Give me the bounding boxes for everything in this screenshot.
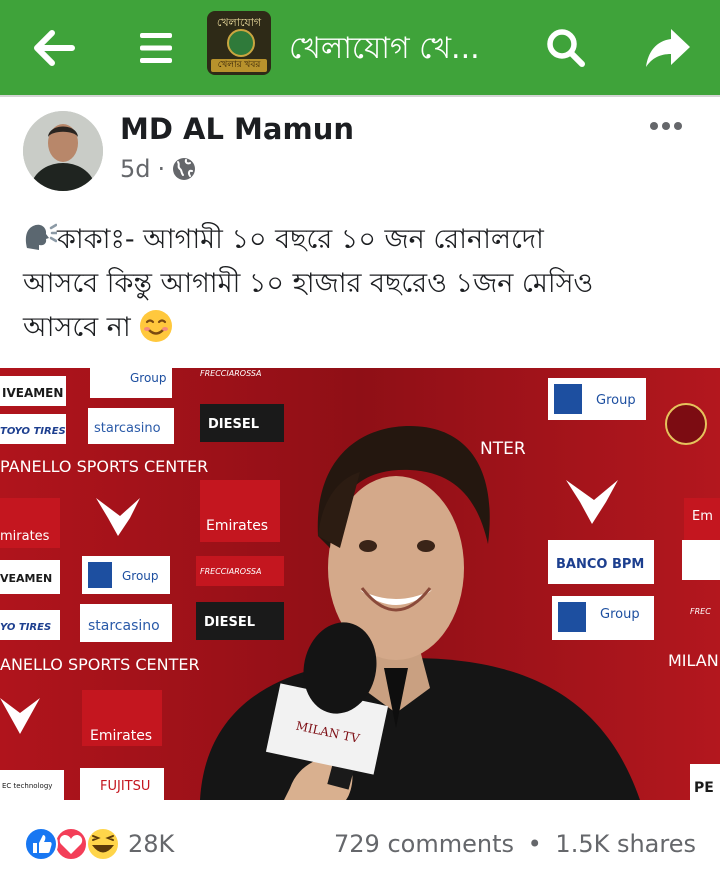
sponsor-pe: PE [694, 780, 714, 796]
stats-bullet: • [527, 830, 542, 858]
globe-icon [173, 158, 196, 180]
post-text-line-3: আসবে না [23, 306, 703, 350]
reactions-summary[interactable] [23, 826, 120, 862]
post-text-line-1: কাকাঃ- আগামী ১০ বছরে ১০ জন রোনালদো [23, 218, 703, 262]
sponsor-starcasino: starcasino [94, 421, 161, 436]
group-title[interactable]: খেলাযোগ খে... [289, 24, 480, 75]
meta-separator: · [157, 155, 166, 183]
menu-icon [140, 32, 172, 63]
svg-text:VEAMEN: VEAMEN [0, 572, 52, 585]
post-time[interactable]: 5d [120, 155, 151, 183]
speaking-head-icon [25, 223, 59, 250]
search-button[interactable] [536, 0, 596, 95]
comments-count[interactable]: 729 comments [334, 830, 514, 858]
sponsor-sports-center: PANELLO SPORTS CENTER [0, 457, 208, 476]
sponsor-toyo-tires: TOYO TIRES [0, 426, 66, 437]
love-icon [54, 827, 88, 861]
sponsor-emirates-left: mirates [0, 529, 50, 544]
sponsor-ec-technology: EC technology [2, 782, 52, 790]
svg-text:Group: Group [596, 393, 636, 408]
svg-text:YO TIRES: YO TIRES [0, 622, 51, 633]
smiling-face-icon [140, 310, 173, 342]
group-emblem [227, 29, 255, 57]
author-avatar[interactable] [23, 111, 103, 191]
svg-text:FREC: FREC [690, 607, 711, 616]
svg-text:starcasino: starcasino [88, 618, 160, 634]
sponsor-iveamen: IVEAMEN [2, 386, 63, 400]
author-name[interactable]: MD AL Mamun [120, 112, 354, 146]
app-header: খেলাযোগ খেলার খবর খেলাযোগ খে... [0, 0, 720, 95]
svg-text:FRECCIAROSSA: FRECCIAROSSA [200, 567, 261, 576]
group-avatar-bottom-text: খেলার খবর [211, 59, 267, 72]
post-photo[interactable]: IVEAMEN Group FRECCIAROSSA TOYO TIRES st… [0, 368, 720, 800]
author-photo [23, 111, 103, 191]
sponsor-fujitsu: FUJITSU [100, 779, 150, 794]
post-text-line-2: আসবে কিন্তু আগামী ১০ হাজার বছরেও ১জন মেস… [23, 268, 594, 299]
svg-text:ANELLO SPORTS CENTER: ANELLO SPORTS CENTER [0, 655, 200, 674]
svg-text:Group: Group [122, 569, 159, 583]
svg-text:Em: Em [692, 509, 713, 524]
sponsor-emirates: Emirates [206, 518, 268, 534]
svg-text:Emirates: Emirates [90, 728, 152, 744]
sponsor-inter: NTER [480, 439, 526, 459]
more-dots-icon [650, 122, 682, 130]
sponsor-milan: MILAN [668, 651, 719, 670]
haha-icon [86, 827, 120, 861]
reaction-count[interactable]: 28K [128, 830, 174, 858]
press-backdrop-image: IVEAMEN Group FRECCIAROSSA TOYO TIRES st… [0, 368, 720, 800]
sponsor-group: Group [130, 371, 167, 385]
svg-text:DIESEL: DIESEL [204, 615, 255, 630]
shares-count[interactable]: 1.5K shares [555, 830, 696, 858]
sponsor-diesel: DIESEL [208, 417, 259, 432]
share-arrow-icon [646, 28, 690, 67]
back-button[interactable] [18, 0, 88, 95]
group-avatar[interactable]: খেলাযোগ খেলার খবর [207, 11, 271, 75]
like-icon [24, 827, 58, 861]
sponsor-frecciarossa: FRECCIAROSSA [200, 369, 261, 378]
post-meta: 5d · [120, 155, 196, 183]
more-options-button[interactable] [646, 114, 686, 138]
header-separator [0, 95, 720, 97]
back-arrow-icon [34, 29, 75, 66]
menu-button[interactable] [124, 0, 188, 95]
post-text: কাকাঃ- আগামী ১০ বছরে ১০ জন রোনালদো আসবে … [23, 218, 703, 350]
post-stats: 729 comments • 1.5K shares [334, 830, 696, 858]
sponsor-banco-bpm: BANCO BPM [556, 557, 644, 572]
svg-text:Group: Group [600, 607, 640, 622]
search-icon [547, 28, 585, 67]
share-button[interactable] [638, 0, 698, 95]
